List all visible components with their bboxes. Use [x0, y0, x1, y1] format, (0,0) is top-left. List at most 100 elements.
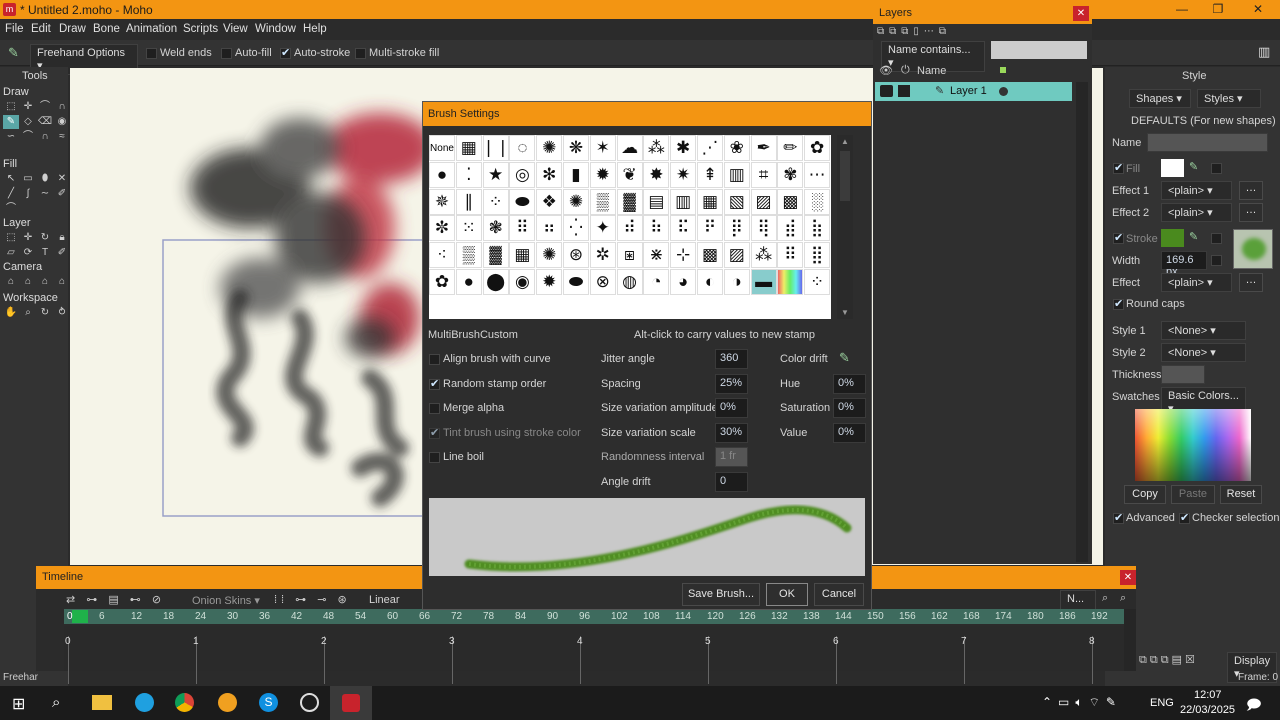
- brush-stamp-cell[interactable]: ▨: [750, 188, 777, 215]
- fill-checkbox[interactable]: [1113, 163, 1124, 174]
- fill-extra-checkbox[interactable]: [1211, 163, 1222, 174]
- eyedropper-icon[interactable]: ✐: [54, 187, 70, 201]
- lock-icon[interactable]: 🔒︎: [54, 231, 70, 245]
- brush-stamp-cell[interactable]: ▦: [509, 242, 536, 269]
- randomness-interval-input[interactable]: 1 fr: [715, 447, 748, 467]
- windows-start-icon[interactable]: ⊞: [12, 694, 25, 714]
- create-shape-icon[interactable]: ▭: [20, 172, 36, 186]
- brush-stamp-cell[interactable]: ▓: [616, 188, 643, 215]
- layer-row[interactable]: ✎ Layer 1: [875, 82, 1072, 101]
- timeline-scrollbar[interactable]: [1124, 609, 1136, 671]
- playhead-marker[interactable]: [72, 610, 88, 623]
- shape-icon[interactable]: ◇: [20, 115, 36, 129]
- brush-stamp-cell[interactable]: ⋇: [643, 242, 670, 269]
- brush-stamp-cell[interactable]: ⁖: [429, 242, 455, 269]
- stroke-eyedropper-icon[interactable]: ✎: [1189, 230, 1198, 243]
- brush-stamp-cell[interactable]: ❃: [482, 215, 509, 242]
- width-extra-checkbox[interactable]: [1211, 255, 1222, 266]
- brush-stamp-cell[interactable]: ◕: [670, 268, 697, 295]
- brush-stamp-cell[interactable]: ▬: [750, 268, 777, 295]
- edge-icon[interactable]: [135, 693, 154, 712]
- checker-selection-checkbox[interactable]: [1179, 513, 1190, 524]
- brush-stamp-cell[interactable]: ⬤: [482, 268, 509, 295]
- save-brush-button[interactable]: Save Brush...: [682, 583, 760, 606]
- brush-stamp-cell[interactable]: ▩: [777, 188, 804, 215]
- brush-grid-scrollbar[interactable]: ▲ ▼: [837, 135, 853, 319]
- advanced-checkbox[interactable]: [1113, 513, 1124, 524]
- fill-eyedropper-icon[interactable]: ✎: [1189, 160, 1198, 173]
- brush-stamp-cell[interactable]: ⡿: [723, 215, 750, 242]
- style1-dropdown[interactable]: <None> ▾: [1161, 321, 1246, 340]
- brush-stamp-cell[interactable]: ⠷: [643, 215, 670, 242]
- brush-stamp-cell[interactable]: ◐: [696, 268, 723, 295]
- tint-brush-checkbox[interactable]: [429, 428, 440, 439]
- stroke-checkbox[interactable]: [1113, 233, 1124, 244]
- brush-stamp-cell[interactable]: ░: [804, 188, 831, 215]
- language-indicator[interactable]: ENG: [1150, 697, 1174, 709]
- menu-file[interactable]: File: [5, 23, 24, 35]
- brush-stamp-cell[interactable]: ⊹: [670, 242, 697, 269]
- pan-camera-icon[interactable]: ⌂: [54, 275, 70, 289]
- brush-stamp-cell[interactable]: ✺: [536, 242, 563, 269]
- value-input[interactable]: 0%: [833, 423, 866, 443]
- stroke-icon[interactable]: ╱: [3, 187, 19, 201]
- brush-stamp-cell[interactable]: ✲: [589, 242, 616, 269]
- brush-stamp-cell[interactable]: ⇞: [696, 161, 723, 188]
- skype-icon[interactable]: S: [259, 693, 278, 712]
- select-shape-icon[interactable]: ↖: [3, 172, 19, 186]
- brush-stamp-cell[interactable]: ⠿: [777, 242, 804, 269]
- brush-stamp-cell[interactable]: ⁚: [455, 161, 482, 188]
- zoom-camera-icon[interactable]: ⌂: [20, 275, 36, 289]
- notifications-icon[interactable]: 🗩︎: [1246, 694, 1262, 718]
- brush-stamp-cell[interactable]: ✶: [589, 135, 616, 161]
- brush-stamp-cell[interactable]: ✷: [670, 161, 697, 188]
- line-width-icon[interactable]: ∫: [20, 187, 36, 201]
- color-swatch-grid[interactable]: [1135, 409, 1251, 481]
- curvature-icon[interactable]: ∩: [54, 100, 70, 114]
- brush-stamp-cell[interactable]: ⁂: [643, 135, 670, 161]
- width-input[interactable]: 169.6 px: [1161, 251, 1207, 278]
- rotate-layer-icon[interactable]: ↻: [37, 231, 53, 245]
- add-point-icon[interactable]: ⌒: [37, 100, 53, 114]
- brush-stamp-cell[interactable]: ✵: [429, 188, 455, 215]
- brush-stamp-cell[interactable]: ⠯: [670, 215, 697, 242]
- recorder-icon[interactable]: [300, 693, 319, 712]
- app-icon[interactable]: [218, 693, 237, 712]
- orbit-icon[interactable]: ⥁: [54, 306, 70, 320]
- file-explorer-icon[interactable]: [92, 695, 112, 710]
- brush-stamp-cell[interactable]: ✾: [777, 161, 804, 188]
- brush-stamp-cell[interactable]: ⠶: [536, 215, 563, 242]
- brush-stamp-cell[interactable]: [777, 268, 804, 295]
- brush-stamp-cell[interactable]: ∥: [455, 188, 482, 215]
- paint-bucket-icon[interactable]: ⬮: [37, 172, 53, 186]
- brush-stamp-cell[interactable]: ⠟: [696, 215, 723, 242]
- eraser-icon[interactable]: ⌫: [37, 115, 53, 129]
- reset-button[interactable]: Reset: [1220, 485, 1262, 504]
- interpolation-dropdown[interactable]: Linear: [369, 594, 400, 606]
- saturation-input[interactable]: 0%: [833, 398, 866, 418]
- align-brush-checkbox[interactable]: [429, 354, 440, 365]
- brush-stamp-cell[interactable]: ⁘: [804, 268, 831, 295]
- size-scale-input[interactable]: 30%: [715, 423, 748, 443]
- multi-stroke-checkbox[interactable]: [355, 48, 366, 59]
- brush-stamp-cell[interactable]: ❘❘: [482, 135, 509, 161]
- menu-window[interactable]: Window: [255, 23, 296, 35]
- view-toolbar-icons[interactable]: ⧉⧉⧉▤☒: [1139, 653, 1198, 667]
- clock-time[interactable]: 12:07: [1194, 689, 1222, 701]
- chrome-icon[interactable]: [175, 693, 194, 712]
- brush-stamp-cell[interactable]: ⁛: [562, 215, 589, 242]
- brush-stamp-cell[interactable]: ⣾: [777, 215, 804, 242]
- line-boil-checkbox[interactable]: [429, 452, 440, 463]
- stroke-extra-checkbox[interactable]: [1211, 233, 1222, 244]
- menu-view[interactable]: View: [223, 23, 248, 35]
- effect-more-button[interactable]: …: [1239, 273, 1263, 292]
- brush-stamp-cell[interactable]: ✿: [429, 268, 455, 295]
- roll-camera-icon[interactable]: ⌂: [37, 275, 53, 289]
- brush-stamp-cell[interactable]: ❋: [562, 135, 589, 161]
- brush-stamp-cell[interactable]: ⬬: [509, 188, 536, 215]
- eyedrop-layer-icon[interactable]: ✐: [54, 246, 70, 260]
- layers-scrollbar[interactable]: [1076, 82, 1088, 562]
- transform-layer-icon[interactable]: ⬚: [3, 231, 19, 245]
- moho-taskbar-icon[interactable]: [330, 686, 372, 720]
- brush-stamp-cell[interactable]: ⧆: [616, 242, 643, 269]
